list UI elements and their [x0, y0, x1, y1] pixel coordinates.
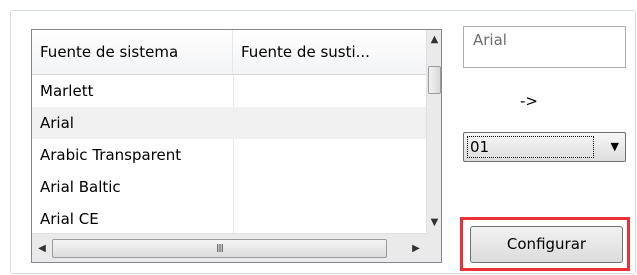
font-number-select[interactable]: 01 ▼ — [463, 132, 626, 162]
system-font-cell: Marlett — [40, 82, 94, 100]
configure-button[interactable]: Configurar — [470, 226, 623, 263]
substitute-font-input[interactable]: Arial — [463, 26, 626, 68]
substitute-font-cell — [233, 203, 426, 235]
substitute-font-cell — [233, 75, 426, 107]
vertical-scroll-thumb[interactable] — [428, 66, 441, 94]
select-value: 01 — [467, 136, 594, 158]
font-list[interactable]: Fuente de sistema Fuente de susti... Mar… — [31, 29, 442, 263]
substitute-font-cell — [233, 107, 426, 139]
column-header-system-font[interactable]: Fuente de sistema — [32, 30, 233, 74]
horizontal-scrollbar[interactable]: ◀ III ▶ — [32, 233, 426, 262]
list-item[interactable]: Marlett — [32, 75, 426, 107]
system-font-cell: Arial CE — [40, 210, 99, 228]
vertical-scrollbar[interactable]: ▲ ▼ — [426, 30, 441, 233]
horizontal-scroll-thumb[interactable]: III — [52, 239, 387, 258]
scroll-right-arrow-icon[interactable]: ▶ — [406, 234, 426, 262]
arrow-label: -> — [520, 92, 538, 110]
list-item[interactable]: Arial — [32, 107, 426, 139]
list-rows: Marlett Arial Arabic Transparent Arial B… — [32, 75, 426, 235]
scroll-down-arrow-icon[interactable]: ▼ — [427, 213, 441, 233]
system-font-cell: Arabic Transparent — [40, 146, 182, 164]
substitute-font-cell — [233, 171, 426, 203]
system-font-cell: Arial — [40, 114, 74, 132]
list-item[interactable]: Arial CE — [32, 203, 426, 235]
chevron-down-icon[interactable]: ▼ — [611, 133, 619, 161]
substitute-font-cell — [233, 139, 426, 171]
scrollbar-corner — [426, 233, 441, 262]
column-header-substitute-font[interactable]: Fuente de susti... — [233, 30, 426, 74]
scroll-up-arrow-icon[interactable]: ▲ — [427, 30, 441, 50]
list-item[interactable]: Arabic Transparent — [32, 139, 426, 171]
system-font-cell: Arial Baltic — [40, 178, 121, 196]
scroll-left-arrow-icon[interactable]: ◀ — [32, 234, 52, 262]
list-item[interactable]: Arial Baltic — [32, 171, 426, 203]
list-header: Fuente de sistema Fuente de susti... — [32, 30, 426, 75]
